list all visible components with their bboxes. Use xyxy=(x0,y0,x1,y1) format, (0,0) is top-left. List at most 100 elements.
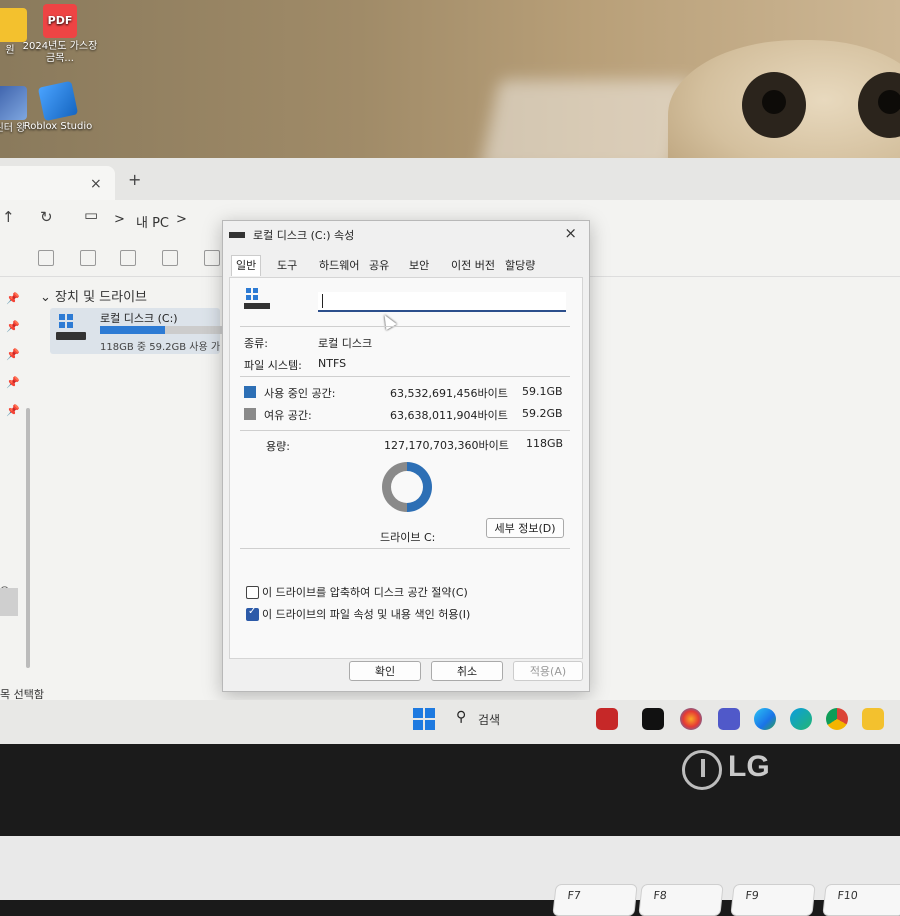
pin-icon[interactable]: 📌 xyxy=(6,376,20,389)
desktop-icon-roblox-studio[interactable]: Roblox Studio xyxy=(18,80,98,133)
sidebar-scrollbar[interactable] xyxy=(26,408,30,668)
cut-icon[interactable] xyxy=(38,250,54,266)
monitor-icon[interactable]: ▭ xyxy=(84,206,98,224)
breadcrumb-separator: > xyxy=(114,212,125,227)
dialog-title: 로컬 디스크 (C:) 속성 xyxy=(253,229,355,242)
key-f10[interactable]: F10 xyxy=(822,884,900,916)
tab-sharing[interactable]: 공유 xyxy=(369,257,389,273)
capacity-label: 용량: xyxy=(266,440,290,453)
teams-icon[interactable] xyxy=(718,708,740,730)
key-f7[interactable]: F7 xyxy=(552,884,638,916)
divider xyxy=(240,376,570,377)
divider xyxy=(240,548,570,549)
rename-icon[interactable] xyxy=(162,250,178,266)
brand-text: LG xyxy=(728,750,770,783)
share-icon[interactable] xyxy=(204,250,220,266)
tab-general[interactable]: 일반 xyxy=(231,255,262,276)
used-space-swatch xyxy=(244,386,256,398)
cancel-button[interactable]: 취소 xyxy=(431,661,503,681)
drive-properties-dialog: 로컬 디스크 (C:) 속성 × 일반 도구 하드웨어 공유 보안 이전 버전 … xyxy=(222,220,590,692)
used-space-label: 사용 중인 공간: xyxy=(264,387,336,400)
wallpaper-meerkat-eye xyxy=(742,72,806,138)
start-icon[interactable] xyxy=(413,708,435,730)
pdf-file-icon: PDF xyxy=(43,4,77,38)
used-space-bytes: 63,532,691,456바이트 xyxy=(390,387,508,400)
drive-icon xyxy=(244,288,272,312)
compress-drive-label[interactable]: 이 드라이브를 압축하여 디스크 공간 절약(C) xyxy=(262,584,468,600)
pin-icon[interactable]: 📌 xyxy=(6,292,20,305)
key-f9[interactable]: F9 xyxy=(730,884,816,916)
ok-button[interactable]: 확인 xyxy=(349,661,421,681)
disk-usage-donut-chart xyxy=(382,462,432,512)
compress-drive-checkbox[interactable] xyxy=(246,586,259,599)
tab-tools[interactable]: 도구 xyxy=(277,257,297,273)
explorer-tab-bar: × + xyxy=(0,158,900,200)
new-tab-button[interactable]: + xyxy=(128,170,141,189)
mcafee-icon[interactable] xyxy=(596,708,618,730)
chevron-down-icon: ⌄ xyxy=(40,290,56,305)
filesystem-label: 파일 시스템: xyxy=(244,359,302,372)
photos-icon[interactable] xyxy=(680,708,702,730)
tab-security[interactable]: 보안 xyxy=(409,257,429,273)
details-button[interactable]: 세부 정보(D) xyxy=(486,518,564,538)
tab-hardware[interactable]: 하드웨어 xyxy=(319,257,359,273)
file-explorer-icon[interactable] xyxy=(862,708,884,730)
capacity-size: 118GB xyxy=(526,437,564,450)
tab-quota[interactable]: 할당량 xyxy=(505,257,535,273)
paste-icon[interactable] xyxy=(120,250,136,266)
drive-letter-label: 드라이브 C: xyxy=(380,531,436,544)
close-icon[interactable]: × xyxy=(564,224,577,242)
laptop-keyboard: F7 F8 F9 F10 xyxy=(0,836,900,916)
free-space-bytes: 63,638,011,904바이트 xyxy=(390,409,508,422)
drive-name-input[interactable] xyxy=(318,292,566,312)
general-tab-panel: 종류: 로컬 디스크 파일 시스템: NTFS 사용 중인 공간: 63,532… xyxy=(229,277,583,659)
key-f8[interactable]: F8 xyxy=(638,884,724,916)
free-space-swatch xyxy=(244,408,256,420)
explorer-tab[interactable]: × xyxy=(0,166,115,200)
lightroom-icon[interactable] xyxy=(642,708,664,730)
divider xyxy=(240,430,570,431)
tab-close-button[interactable]: × xyxy=(90,176,102,192)
taskbar: ⚲ 검색 xyxy=(0,700,900,744)
search-icon: ⚲ xyxy=(456,709,467,725)
free-space-label: 여유 공간: xyxy=(264,409,312,422)
mouse-pointer-icon xyxy=(379,311,397,331)
index-drive-label[interactable]: 이 드라이브의 파일 속성 및 내용 색인 허용(I) xyxy=(262,606,470,622)
chrome-icon[interactable] xyxy=(826,708,848,730)
text-caret xyxy=(322,294,323,308)
index-drive-checkbox[interactable] xyxy=(246,606,259,621)
capacity-bytes: 127,170,703,360바이트 xyxy=(384,439,509,452)
desktop-wallpaper: 원 PDF 2024년도 가스장금목... 린터 왕 Roblox Studio xyxy=(0,0,900,160)
used-space-size: 59.1GB xyxy=(522,385,563,398)
drive-usage-text: 118GB 중 59.2GB 사용 가 xyxy=(100,342,221,353)
pin-icon[interactable]: 📌 xyxy=(6,404,20,417)
type-value: 로컬 디스크 xyxy=(318,337,373,350)
desktop-icon-pdf[interactable]: PDF 2024년도 가스장금목... xyxy=(20,4,100,65)
pin-icon[interactable]: 📌 xyxy=(6,320,20,333)
screen-glare xyxy=(480,80,690,160)
laptop-bezel: LG xyxy=(0,744,900,836)
refresh-icon[interactable]: ↻ xyxy=(40,208,53,226)
apply-button[interactable]: 적용(A) xyxy=(513,661,583,681)
pin-icon[interactable]: 📌 xyxy=(6,348,20,361)
devices-section-header[interactable]: ⌄ 장치 및 드라이브 xyxy=(40,286,147,305)
drive-tile-c[interactable]: 로컬 디스크 (C:) 118GB 중 59.2GB 사용 가 xyxy=(50,308,230,354)
free-space-size: 59.2GB xyxy=(522,407,563,420)
dialog-tab-strip: 일반 도구 하드웨어 공유 보안 이전 버전 할당량 xyxy=(229,255,581,277)
edge-icon[interactable] xyxy=(754,708,776,730)
copilot-icon[interactable] xyxy=(790,708,812,730)
divider xyxy=(240,326,570,327)
drive-usage-bar xyxy=(100,326,230,334)
sidebar-selected-item[interactable] xyxy=(0,588,18,616)
breadcrumb-this-pc[interactable]: 내 PC xyxy=(136,212,169,231)
filesystem-value: NTFS xyxy=(318,357,347,370)
roblox-studio-icon xyxy=(37,80,79,122)
type-label: 종류: xyxy=(244,337,268,350)
tab-previous-versions[interactable]: 이전 버전 xyxy=(451,257,495,273)
drive-icon xyxy=(229,228,245,238)
taskbar-search[interactable]: ⚲ 검색 xyxy=(448,706,578,732)
copy-icon[interactable] xyxy=(80,250,96,266)
breadcrumb-separator: > xyxy=(176,212,187,227)
drive-icon xyxy=(56,314,86,344)
up-arrow-icon[interactable]: ↑ xyxy=(2,208,15,226)
